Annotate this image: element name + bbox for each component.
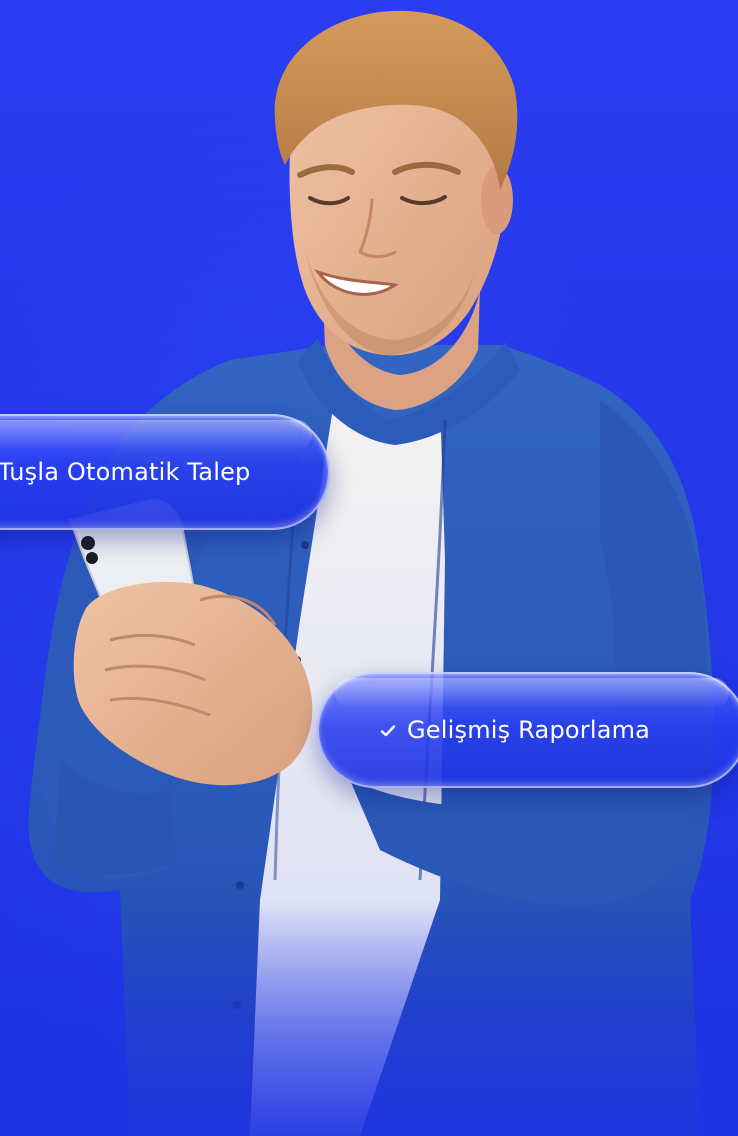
hero-stage: Tuşla Otomatik Talep Gelişmiş Raporlama	[0, 0, 738, 1136]
feature-pill-auto-request: Tuşla Otomatik Talep	[0, 414, 330, 530]
man-with-phone-photo	[28, 10, 714, 1136]
feature-pill-label: Tuşla Otomatik Talep	[0, 458, 251, 486]
feature-pill-reporting: Gelişmiş Raporlama	[317, 672, 738, 788]
check-icon	[380, 725, 396, 737]
feature-pill-label: Gelişmiş Raporlama	[407, 716, 651, 744]
